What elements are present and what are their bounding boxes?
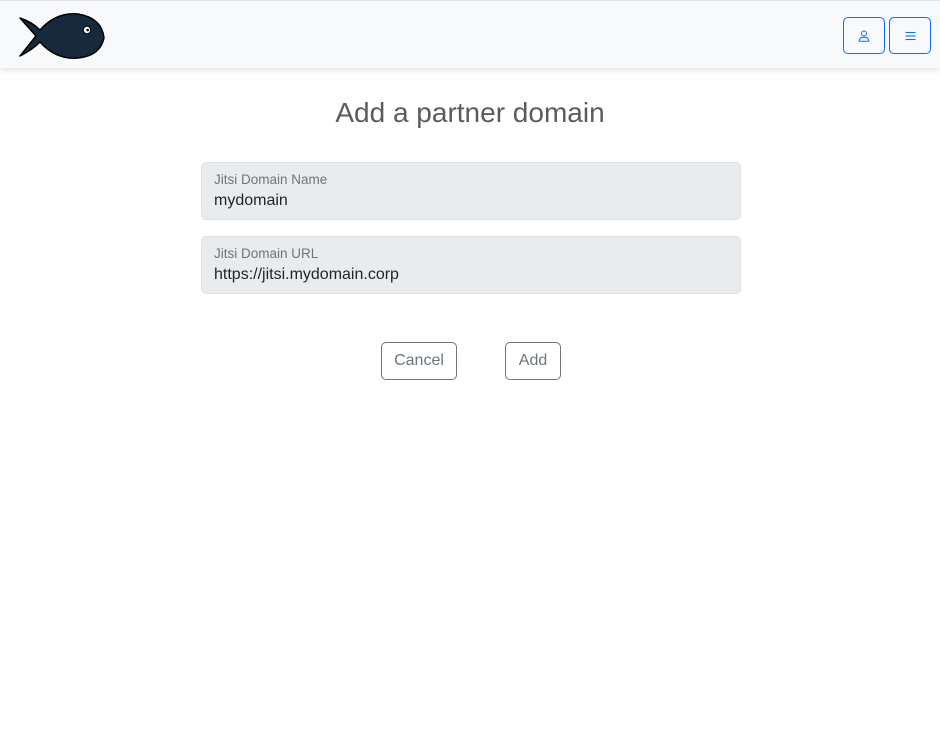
domain-name-label: Jitsi Domain Name bbox=[214, 172, 328, 187]
top-navbar bbox=[0, 0, 940, 68]
add-button[interactable]: Add bbox=[505, 342, 561, 380]
domain-url-field[interactable]: Jitsi Domain URL https://jitsi.mydomain.… bbox=[201, 236, 741, 294]
domain-name-field[interactable]: Jitsi Domain Name mydomain bbox=[201, 162, 741, 220]
domain-url-input[interactable]: https://jitsi.mydomain.corp bbox=[214, 265, 399, 285]
menu-toggle-button[interactable] bbox=[889, 17, 931, 54]
domain-url-label: Jitsi Domain URL bbox=[214, 246, 319, 261]
fish-logo-icon[interactable] bbox=[16, 10, 108, 62]
person-icon bbox=[858, 30, 870, 42]
user-account-button[interactable] bbox=[843, 17, 885, 54]
page-title: Add a partner domain bbox=[335, 97, 605, 128]
hamburger-menu-icon bbox=[905, 31, 916, 41]
domain-name-input[interactable]: mydomain bbox=[214, 191, 288, 211]
cancel-button[interactable]: Cancel bbox=[381, 342, 457, 380]
